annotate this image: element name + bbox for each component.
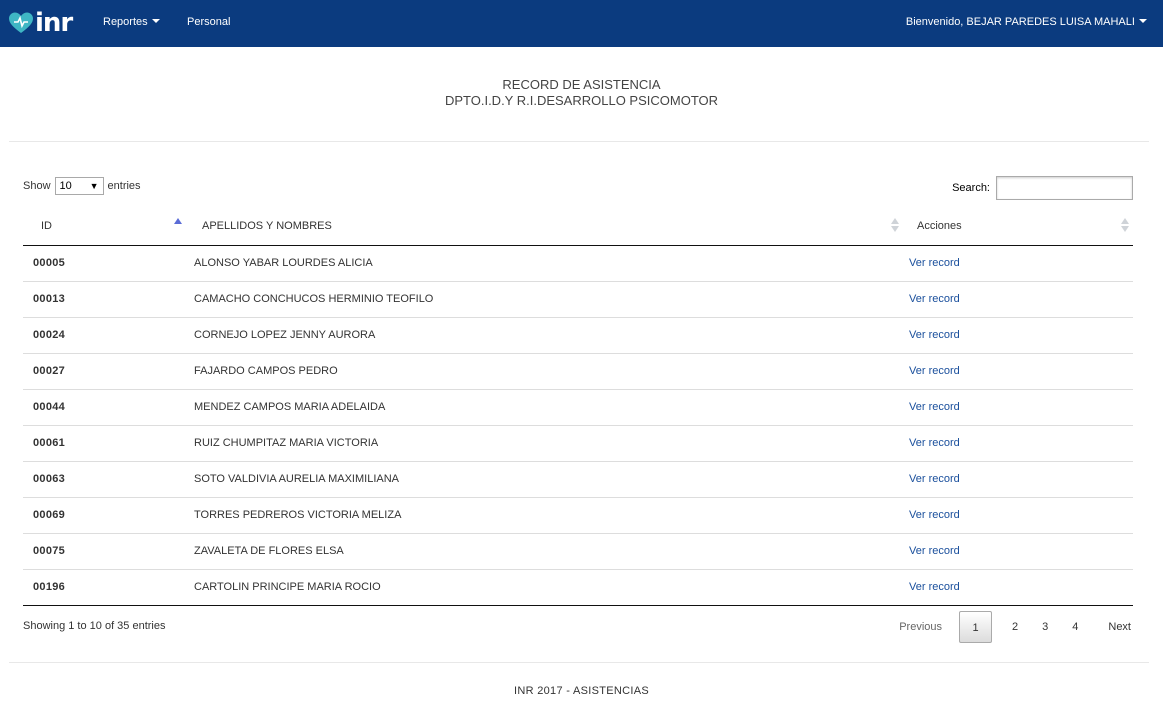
- nav-reportes-label: Reportes: [103, 16, 148, 28]
- pagination: Previous 1 2 3 4 Next: [889, 611, 1141, 643]
- caret-down-icon: [151, 19, 160, 24]
- cell-id: 00044: [23, 389, 186, 426]
- cell-id: 00196: [23, 569, 186, 606]
- nav-personal-label: Personal: [187, 16, 231, 28]
- cell-name: ALONSO YABAR LOURDES ALICIA: [186, 245, 903, 282]
- show-label: Show: [23, 179, 51, 192]
- page-title: RECORD DE ASISTENCIA DPTO.I.D.Y R.I.DESA…: [0, 77, 1163, 109]
- footer-text: INR 2017 - ASISTENCIAS: [514, 685, 649, 697]
- ver-record-link[interactable]: Ver record: [909, 545, 960, 557]
- cell-name: CAMACHO CONCHUCOS HERMINIO TEOFILO: [186, 281, 903, 318]
- cell-name: CORNEJO LOPEZ JENNY AURORA: [186, 317, 903, 354]
- column-header-label: Acciones: [917, 219, 962, 232]
- column-header-label: APELLIDOS Y NOMBRES: [202, 219, 332, 232]
- entries-label: entries: [107, 179, 141, 192]
- ver-record-link[interactable]: Ver record: [909, 329, 960, 341]
- brand-name: inr: [35, 8, 73, 38]
- cell-acciones: Ver record: [903, 461, 1133, 498]
- table-info: Showing 1 to 10 of 35 entries: [23, 620, 166, 632]
- page-title-line1: RECORD DE ASISTENCIA: [502, 77, 661, 92]
- cell-id: 00013: [23, 281, 186, 318]
- cell-acciones: Ver record: [903, 389, 1133, 426]
- top-navbar: inr Reportes Personal Bienvenido, BEJAR …: [0, 0, 1163, 47]
- ver-record-link[interactable]: Ver record: [909, 257, 960, 269]
- column-header-label: ID: [41, 219, 52, 232]
- cell-id: 00063: [23, 461, 186, 498]
- table-row: 00013 CAMACHO CONCHUCOS HERMINIO TEOFILO…: [23, 281, 1133, 318]
- ver-record-link[interactable]: Ver record: [909, 437, 960, 449]
- ver-record-link[interactable]: Ver record: [909, 401, 960, 413]
- table-row: 00005 ALONSO YABAR LOURDES ALICIA Ver re…: [23, 245, 1133, 282]
- sort-both-icon: [1121, 218, 1129, 234]
- attendance-table: ID APELLIDOS Y NOMBRES Acciones 00005 AL…: [23, 207, 1133, 606]
- heart-logo-icon: [9, 12, 33, 33]
- search-input[interactable]: [996, 176, 1133, 200]
- cell-acciones: Ver record: [903, 281, 1133, 318]
- cell-acciones: Ver record: [903, 425, 1133, 462]
- ver-record-link[interactable]: Ver record: [909, 581, 960, 593]
- cell-acciones: Ver record: [903, 533, 1133, 570]
- pagination-next-button[interactable]: Next: [1098, 611, 1141, 643]
- divider: [9, 662, 1149, 663]
- search-control: Search:: [952, 176, 1133, 200]
- cell-name: ZAVALETA DE FLORES ELSA: [186, 533, 903, 570]
- table-row: 00044 MENDEZ CAMPOS MARIA ADELAIDA Ver r…: [23, 389, 1133, 426]
- table-row: 00061 RUIZ CHUMPITAZ MARIA VICTORIA Ver …: [23, 425, 1133, 462]
- cell-acciones: Ver record: [903, 245, 1133, 282]
- cell-id: 00027: [23, 353, 186, 390]
- search-label: Search:: [952, 182, 990, 194]
- column-header-id[interactable]: ID: [23, 207, 186, 246]
- cell-id: 00024: [23, 317, 186, 354]
- table-row: 00027 FAJARDO CAMPOS PEDRO Ver record: [23, 353, 1133, 390]
- table-header-row: ID APELLIDOS Y NOMBRES Acciones: [23, 207, 1133, 246]
- cell-name: RUIZ CHUMPITAZ MARIA VICTORIA: [186, 425, 903, 462]
- table-row: 00024 CORNEJO LOPEZ JENNY AURORA Ver rec…: [23, 317, 1133, 354]
- cell-acciones: Ver record: [903, 317, 1133, 354]
- cell-id: 00075: [23, 533, 186, 570]
- user-menu-dropdown[interactable]: Bienvenido, BEJAR PAREDES LUISA MAHALI: [906, 15, 1147, 29]
- cell-name: FAJARDO CAMPOS PEDRO: [186, 353, 903, 390]
- cell-acciones: Ver record: [903, 569, 1133, 606]
- cell-id: 00005: [23, 245, 186, 282]
- table-row: 00069 TORRES PEDREROS VICTORIA MELIZA Ve…: [23, 497, 1133, 534]
- cell-name: TORRES PEDREROS VICTORIA MELIZA: [186, 497, 903, 534]
- select-arrow-icon: ▼: [89, 180, 99, 191]
- cell-acciones: Ver record: [903, 497, 1133, 534]
- pagination-page-1-current[interactable]: 1: [959, 611, 992, 643]
- cell-id: 00069: [23, 497, 186, 534]
- ver-record-link[interactable]: Ver record: [909, 473, 960, 485]
- cell-id: 00061: [23, 425, 186, 462]
- cell-name: SOTO VALDIVIA AURELIA MAXIMILIANA: [186, 461, 903, 498]
- cell-name: CARTOLIN PRINCIPE MARIA ROCIO: [186, 569, 903, 606]
- table-row: 00196 CARTOLIN PRINCIPE MARIA ROCIO Ver …: [23, 569, 1133, 606]
- pagination-previous-button[interactable]: Previous: [889, 611, 952, 643]
- table-row: 00063 SOTO VALDIVIA AURELIA MAXIMILIANA …: [23, 461, 1133, 498]
- divider: [9, 141, 1149, 142]
- sort-both-icon: [891, 218, 899, 234]
- nav-reportes-dropdown[interactable]: Reportes: [103, 15, 160, 29]
- entries-select[interactable]: 10 ▼: [54, 176, 104, 195]
- entries-select-value: 10: [59, 179, 72, 192]
- page-title-line2: DPTO.I.D.Y R.I.DESARROLLO PSICOMOTOR: [444, 93, 719, 108]
- show-entries-control: Show 10 ▼ entries: [23, 176, 141, 195]
- column-header-acciones[interactable]: Acciones: [903, 207, 1133, 246]
- ver-record-link[interactable]: Ver record: [909, 509, 960, 521]
- user-welcome-label: Bienvenido, BEJAR PAREDES LUISA MAHALI: [905, 16, 1135, 28]
- cell-name: MENDEZ CAMPOS MARIA ADELAIDA: [186, 389, 903, 426]
- table-row: 00075 ZAVALETA DE FLORES ELSA Ver record: [23, 533, 1133, 570]
- column-header-name[interactable]: APELLIDOS Y NOMBRES: [186, 207, 903, 246]
- sort-ascending-icon: [174, 218, 182, 224]
- ver-record-link[interactable]: Ver record: [909, 293, 960, 305]
- caret-down-icon: [1139, 19, 1147, 24]
- pagination-page-4[interactable]: 4: [1060, 611, 1090, 643]
- cell-acciones: Ver record: [903, 353, 1133, 390]
- ver-record-link[interactable]: Ver record: [909, 365, 960, 377]
- brand-logo[interactable]: inr: [8, 8, 73, 38]
- pagination-page-3[interactable]: 3: [1030, 611, 1060, 643]
- nav-personal-link[interactable]: Personal: [187, 15, 230, 29]
- pagination-page-2[interactable]: 2: [1000, 611, 1030, 643]
